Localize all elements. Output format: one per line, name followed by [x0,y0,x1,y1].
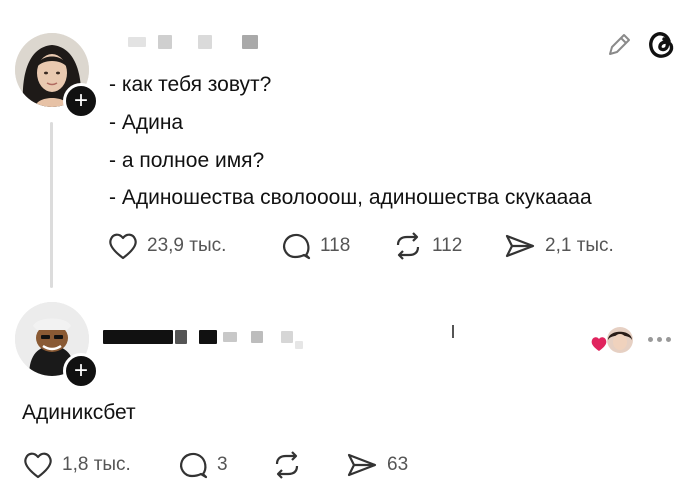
like-button[interactable]: 23,9 тыс. [107,231,226,261]
author-username-redacted[interactable] [128,35,258,49]
reply-share-count: 63 [387,454,409,475]
heart-icon [109,233,137,260]
post-text-line-4: - Адиношества сволооош, адиношества скук… [109,186,592,209]
more-dots-icon[interactable] [648,337,671,342]
reply-repost-button[interactable] [271,450,303,480]
reply-like-button[interactable]: 1,8 тыс. [22,450,131,480]
divider-tick [452,325,454,338]
reply-username-redacted[interactable] [103,325,303,349]
share-arrow-icon [347,453,377,477]
share-count: 2,1 тыс. [545,235,614,256]
reply-share-button[interactable]: 63 [345,450,408,480]
post-text-line-1: - как тебя зовут? [109,73,272,96]
post-text-line-2: - Адина [109,111,184,134]
reply-count: 118 [320,235,351,256]
repost-count: 112 [432,235,463,256]
share-arrow-icon [505,234,535,258]
threads-logo-icon[interactable] [645,28,679,67]
liked-by-author-icon[interactable] [590,325,634,355]
reply-text: Адиниксбет [22,401,136,424]
repost-icon [275,451,299,479]
repost-icon [396,232,420,260]
post-text-line-3: - а полное имя? [109,149,265,172]
thread-connector-line [50,122,53,288]
share-button[interactable]: 2,1 тыс. [503,231,614,261]
comment-bubble-icon [283,233,311,260]
reply-reply-button[interactable]: 3 [177,450,228,480]
comment-bubble-icon [180,452,208,479]
heart-icon [24,452,52,479]
follow-plus-button[interactable]: + [63,83,99,119]
pencil-icon[interactable] [604,30,634,65]
reply-like-count: 1,8 тыс. [62,454,131,475]
reply-follow-plus-button[interactable]: + [63,353,99,389]
repost-button[interactable]: 112 [392,231,462,261]
reply-reply-count: 3 [217,454,228,475]
like-count: 23,9 тыс. [147,235,227,256]
reply-button[interactable]: 118 [280,231,350,261]
